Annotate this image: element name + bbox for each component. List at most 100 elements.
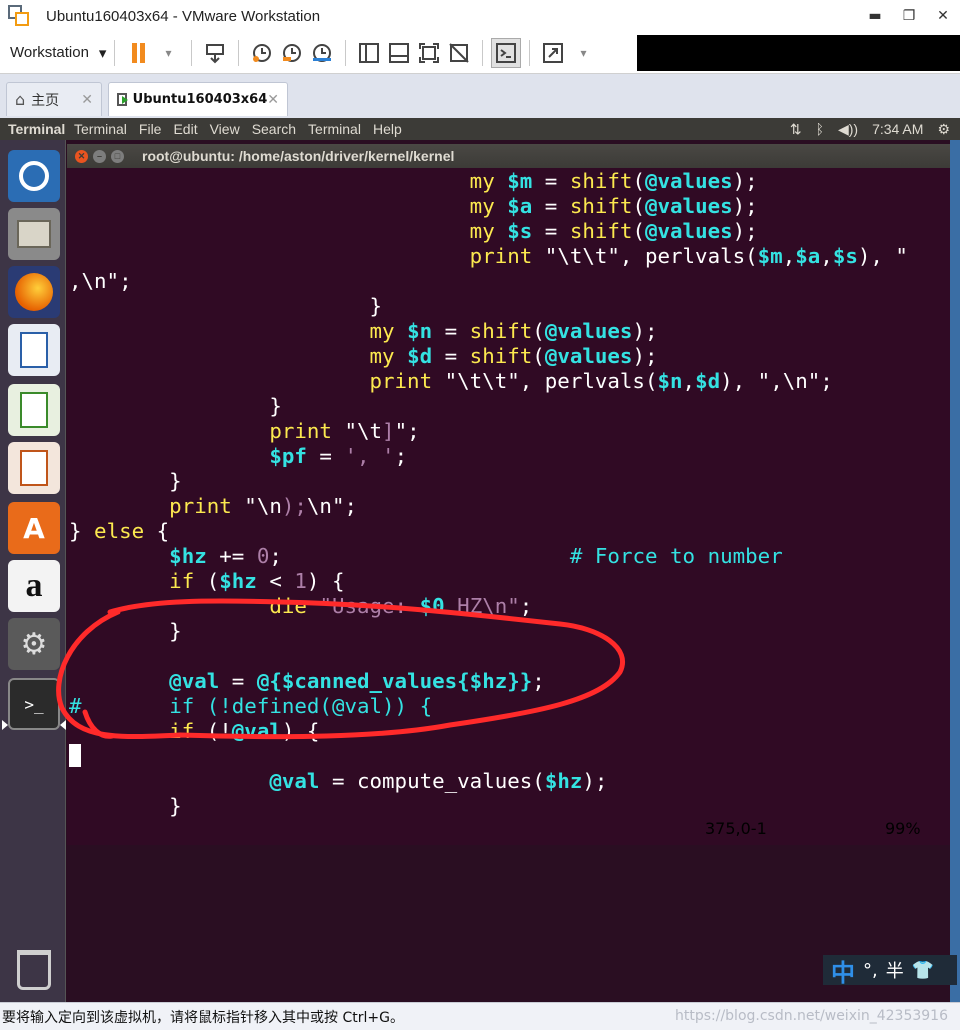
code-token: ) {	[306, 569, 345, 593]
calc-icon[interactable]	[8, 384, 60, 436]
tab-home-close-icon[interactable]: ✕	[81, 92, 93, 108]
code-token: ;	[519, 594, 533, 618]
bluetooth-icon[interactable]: ᛒ	[816, 121, 824, 137]
vmware-statusbar: 要将输入定向到该虚拟机，请将鼠标指针移入其中或按 Ctrl+G。 https:/…	[0, 1002, 960, 1030]
files-icon[interactable]	[8, 208, 60, 260]
panel-menu-item[interactable]: Terminal	[74, 121, 127, 137]
terminal-minimize-button[interactable]: –	[93, 149, 106, 163]
guest-display[interactable]: Terminal Terminal File Edit View Search Termi…	[0, 118, 960, 1002]
code-token: @values	[544, 344, 633, 368]
code-token: <	[256, 569, 295, 593]
code-token: my	[369, 344, 408, 368]
maximize-button[interactable]: ❐	[892, 0, 926, 32]
code-token: # Force to number	[569, 544, 783, 568]
panel-menu-item[interactable]: Search	[252, 121, 296, 137]
code-token: =	[532, 194, 570, 218]
pause-vm-button[interactable]	[123, 38, 153, 68]
window-title: Ubuntu160403x64 - VMware Workstation	[46, 7, 321, 25]
vmware-tabbar: ⌂ 主页 ✕ Ubuntu160403x64 ✕	[0, 74, 960, 118]
code-line: my $n = shift(@values);	[69, 319, 950, 344]
ime-toolbar[interactable]: 中 °, 半 👕	[823, 953, 957, 988]
workstation-menu[interactable]: Workstation ▾	[10, 44, 106, 62]
code-token: $m	[507, 169, 533, 193]
code-line: $pf = ', ';	[69, 444, 950, 469]
impress-icon[interactable]	[8, 442, 60, 494]
code-token: "\t	[344, 419, 383, 443]
stretch-dropdown-button[interactable]: ▾	[568, 38, 598, 68]
code-token: "\t\t", perlvals(	[444, 369, 658, 393]
tab-ubuntu-vm[interactable]: Ubuntu160403x64 ✕	[108, 82, 288, 116]
power-dropdown-button[interactable]: ▾	[153, 38, 183, 68]
terminal-content[interactable]: my $m = shift(@values); my $a = shift(@v…	[67, 168, 950, 819]
code-token: =	[432, 319, 470, 343]
code-token: print	[269, 419, 345, 443]
code-line: }	[69, 469, 950, 494]
revert-snapshot-button[interactable]	[277, 38, 307, 68]
panel-menu-item[interactable]: View	[210, 121, 240, 137]
code-token: shift	[469, 319, 533, 343]
code-token: $s	[507, 219, 533, 243]
code-token: );	[732, 219, 758, 243]
panel-menu-item[interactable]: Help	[373, 121, 402, 137]
take-snapshot-button[interactable]	[247, 38, 277, 68]
code-token: $n	[407, 319, 433, 343]
panel-menu-item[interactable]: Terminal	[308, 121, 361, 137]
ime-width[interactable]: 半	[886, 957, 904, 983]
terminal-title: root@ubuntu: /home/aston/driver/kernel/k…	[142, 148, 455, 164]
panel-app-name: Terminal	[8, 121, 66, 137]
code-token: );	[582, 769, 608, 793]
code-token: $m	[757, 244, 783, 268]
panel-menu-item[interactable]: File	[139, 121, 162, 137]
show-thumbnail-button[interactable]	[384, 38, 414, 68]
amazon-icon[interactable]: a	[8, 560, 60, 612]
minimize-button[interactable]: ▬	[858, 0, 892, 32]
code-token: =	[219, 669, 257, 693]
panel-menu-item[interactable]: Edit	[173, 121, 197, 137]
code-token: =	[306, 444, 345, 468]
gear-icon[interactable]: ⚙	[937, 121, 950, 138]
send-ctrl-alt-del-button[interactable]	[200, 38, 230, 68]
writer-icon[interactable]	[8, 324, 60, 376]
show-library-button[interactable]	[354, 38, 384, 68]
stretch-guest-button[interactable]	[538, 38, 568, 68]
volume-icon[interactable]: ◀))	[838, 121, 858, 138]
vmware-logo-icon	[8, 5, 30, 27]
code-token: }	[69, 294, 383, 318]
system-settings-icon[interactable]: ⚙	[8, 618, 60, 670]
code-line: print "\t]";	[69, 419, 950, 444]
terminal-window[interactable]: ✕ – □ root@ubuntu: /home/aston/driver/ke…	[67, 144, 950, 845]
chevron-down-icon: ▾	[580, 45, 587, 60]
chevron-down-icon: ▾	[98, 44, 107, 62]
snapshot-manager-button[interactable]	[307, 38, 337, 68]
ime-mode[interactable]: 中	[831, 953, 855, 988]
unity-mode-button[interactable]	[444, 38, 474, 68]
code-token: my	[369, 319, 408, 343]
vim-status-line: 375,0-1 99%	[67, 819, 950, 844]
terminal-maximize-button[interactable]: □	[111, 149, 124, 163]
shirt-icon[interactable]: 👕	[912, 960, 934, 981]
code-token: "\t\t", perlvals(	[544, 244, 758, 268]
tab-home[interactable]: ⌂ 主页 ✕	[6, 82, 102, 116]
firefox-icon[interactable]	[8, 266, 60, 318]
network-icon[interactable]: ⇅	[790, 121, 802, 138]
console-view-button[interactable]	[491, 37, 522, 68]
tab-ubuntu-close-icon[interactable]: ✕	[267, 92, 279, 108]
software-center-icon[interactable]: A	[8, 502, 60, 554]
ime-punct[interactable]: °,	[863, 960, 878, 981]
cursor-position: 375,0-1	[705, 819, 767, 838]
terminal-close-button[interactable]: ✕	[75, 149, 88, 163]
code-token: @{$canned_values{$hz}}	[256, 669, 533, 693]
toolbar-divider	[529, 39, 531, 66]
ubuntu-dash-icon[interactable]	[8, 150, 60, 202]
close-button[interactable]: ✕	[926, 0, 960, 32]
code-token: my	[469, 194, 508, 218]
full-screen-button[interactable]	[414, 38, 444, 68]
clock[interactable]: 7:34 AM	[872, 121, 923, 137]
trash-icon[interactable]	[8, 944, 60, 996]
terminal-icon[interactable]: >_	[8, 678, 60, 730]
